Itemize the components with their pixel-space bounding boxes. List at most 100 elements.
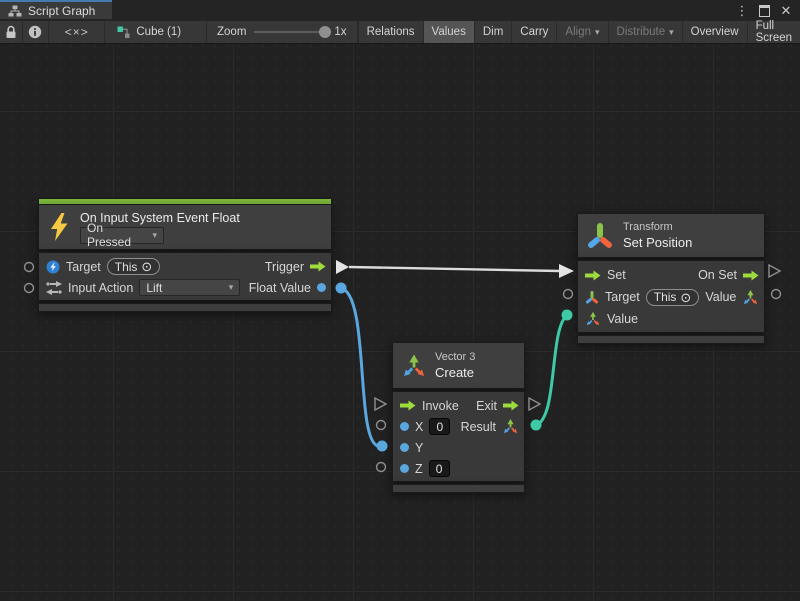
y-label: Y <box>415 441 423 455</box>
code-icon: <×> <box>65 25 89 39</box>
window-menu-icon[interactable]: ⋮ <box>734 2 750 20</box>
target-label: Target <box>66 260 101 274</box>
event-node-header[interactable]: On Input System Event Float On Pressed ▾ <box>38 204 332 250</box>
value-out-label: Value <box>705 290 736 304</box>
chevron-down-icon: ▾ <box>229 282 234 293</box>
transform-set-row: Set On Set <box>578 264 764 286</box>
vector3-icon <box>502 418 519 435</box>
lock-button[interactable] <box>0 21 23 43</box>
maximize-icon <box>759 5 770 17</box>
transform-target-row: Target This ⊙ Value <box>578 286 764 308</box>
chevron-down-icon: ▾ <box>595 27 600 38</box>
vector3-icon <box>585 311 601 327</box>
vector3-invoke-row: Invoke Exit <box>393 395 524 416</box>
vector3-icon <box>401 353 427 379</box>
transform-icon <box>585 290 599 305</box>
target-object-picker[interactable]: This ⊙ <box>107 258 161 275</box>
event-input-action-row: Input Action Lift ▾ Float Value <box>39 277 331 298</box>
vector3-y-row: Y <box>393 437 524 458</box>
flow-arrow-icon <box>743 270 759 281</box>
zoom-control: Zoom 1x <box>207 21 358 43</box>
title-bar: Script Graph ⋮ ✕ <box>0 0 800 21</box>
y-type-dot <box>400 443 409 452</box>
transform-value-row: Value <box>578 308 764 330</box>
chevron-down-icon: ▾ <box>669 27 674 38</box>
flow-arrow-icon <box>310 261 326 272</box>
float-type-dot <box>317 283 326 292</box>
input-action-label: Input Action <box>68 281 133 295</box>
z-label: Z <box>415 462 423 476</box>
value-in-label: Value <box>607 312 638 326</box>
input-system-icon <box>46 260 60 274</box>
event-target-row: Target This ⊙ Trigger <box>39 256 331 277</box>
target-label: Target <box>605 290 640 304</box>
float-value-label: Float Value <box>249 281 311 295</box>
tab-strip: ⋮ ✕ <box>112 0 800 21</box>
maximize-button[interactable] <box>756 2 772 20</box>
set-label: Set <box>607 268 626 282</box>
vector3-node-header[interactable]: Vector 3 Create <box>392 342 525 389</box>
zoom-value: 1x <box>334 26 346 38</box>
lightning-bolt-icon <box>47 212 71 242</box>
info-icon <box>28 25 42 39</box>
zoom-slider-handle[interactable] <box>319 26 331 38</box>
tab-script-graph[interactable]: Script Graph <box>0 0 112 19</box>
event-mode-dropdown[interactable]: On Pressed ▾ <box>80 227 164 244</box>
vector3-icon <box>742 289 759 306</box>
on-set-label: On Set <box>698 268 737 282</box>
vector3-category: Vector 3 <box>435 351 475 363</box>
transform-title: Set Position <box>623 235 692 250</box>
lock-icon <box>5 25 17 39</box>
result-label: Result <box>461 420 496 434</box>
zoom-slider[interactable] <box>254 31 326 33</box>
view-buttons: Relations Values Dim Carry Align ▾ Distr… <box>358 21 800 43</box>
full-screen-button[interactable]: Full Screen <box>747 21 800 43</box>
x-label: X <box>415 420 423 434</box>
z-type-dot <box>400 464 409 473</box>
edit-script-button[interactable]: <×> <box>49 21 105 43</box>
vector3-z-row: Z 0 <box>393 458 524 479</box>
trigger-label: Trigger <box>265 260 304 274</box>
distribute-button[interactable]: Distribute ▾ <box>608 21 682 43</box>
input-action-dropdown[interactable]: Lift ▾ <box>139 279 240 296</box>
vector3-title: Create <box>435 365 475 380</box>
target-icon: ⊙ <box>680 291 691 304</box>
node-on-input-system-event-float[interactable]: On Input System Event Float On Pressed ▾… <box>38 198 332 312</box>
target-object-picker[interactable]: This ⊙ <box>646 289 700 306</box>
transform-node-header[interactable]: Transform Set Position <box>577 213 765 258</box>
dim-button[interactable]: Dim <box>474 21 511 43</box>
vector3-node-body: Invoke Exit X 0 Result Y Z 0 <box>392 391 525 482</box>
x-value-input[interactable]: 0 <box>429 418 450 435</box>
graph-owner-label: Cube (1) <box>136 26 181 38</box>
transform-icon <box>586 221 614 251</box>
transform-category: Transform <box>623 221 692 233</box>
z-value-input[interactable]: 0 <box>429 460 450 477</box>
input-action-icon <box>46 281 62 295</box>
flow-arrow-icon <box>585 270 601 281</box>
tab-title: Script Graph <box>28 4 95 18</box>
overview-button[interactable]: Overview <box>682 21 747 43</box>
zoom-label: Zoom <box>217 26 246 38</box>
vector3-node-footer <box>392 484 525 493</box>
target-icon: ⊙ <box>141 260 152 273</box>
align-button[interactable]: Align ▾ <box>556 21 607 43</box>
vector3-x-row: X 0 Result <box>393 416 524 437</box>
carry-button[interactable]: Carry <box>511 21 556 43</box>
transform-node-footer <box>577 335 765 344</box>
transform-node-body: Set On Set Target This ⊙ Value Value <box>577 260 765 333</box>
close-icon[interactable]: ✕ <box>778 2 794 20</box>
node-vector3-create[interactable]: Vector 3 Create Invoke Exit X 0 Result Y <box>392 342 525 493</box>
exit-label: Exit <box>476 399 497 413</box>
script-graph-icon <box>8 5 22 17</box>
event-node-footer <box>38 303 332 312</box>
graph-toolbar: <×> Cube (1) Zoom 1x Relations Values Di… <box>0 21 800 44</box>
chevron-down-icon: ▾ <box>152 230 157 241</box>
relations-button[interactable]: Relations <box>358 21 423 43</box>
flow-arrow-icon <box>503 400 519 411</box>
values-button[interactable]: Values <box>423 21 474 43</box>
x-type-dot <box>400 422 409 431</box>
node-transform-set-position[interactable]: Transform Set Position Set On Set Target… <box>577 213 765 344</box>
graph-owner-button[interactable]: Cube (1) <box>105 21 207 43</box>
invoke-label: Invoke <box>422 399 459 413</box>
inspect-button[interactable] <box>23 21 49 43</box>
